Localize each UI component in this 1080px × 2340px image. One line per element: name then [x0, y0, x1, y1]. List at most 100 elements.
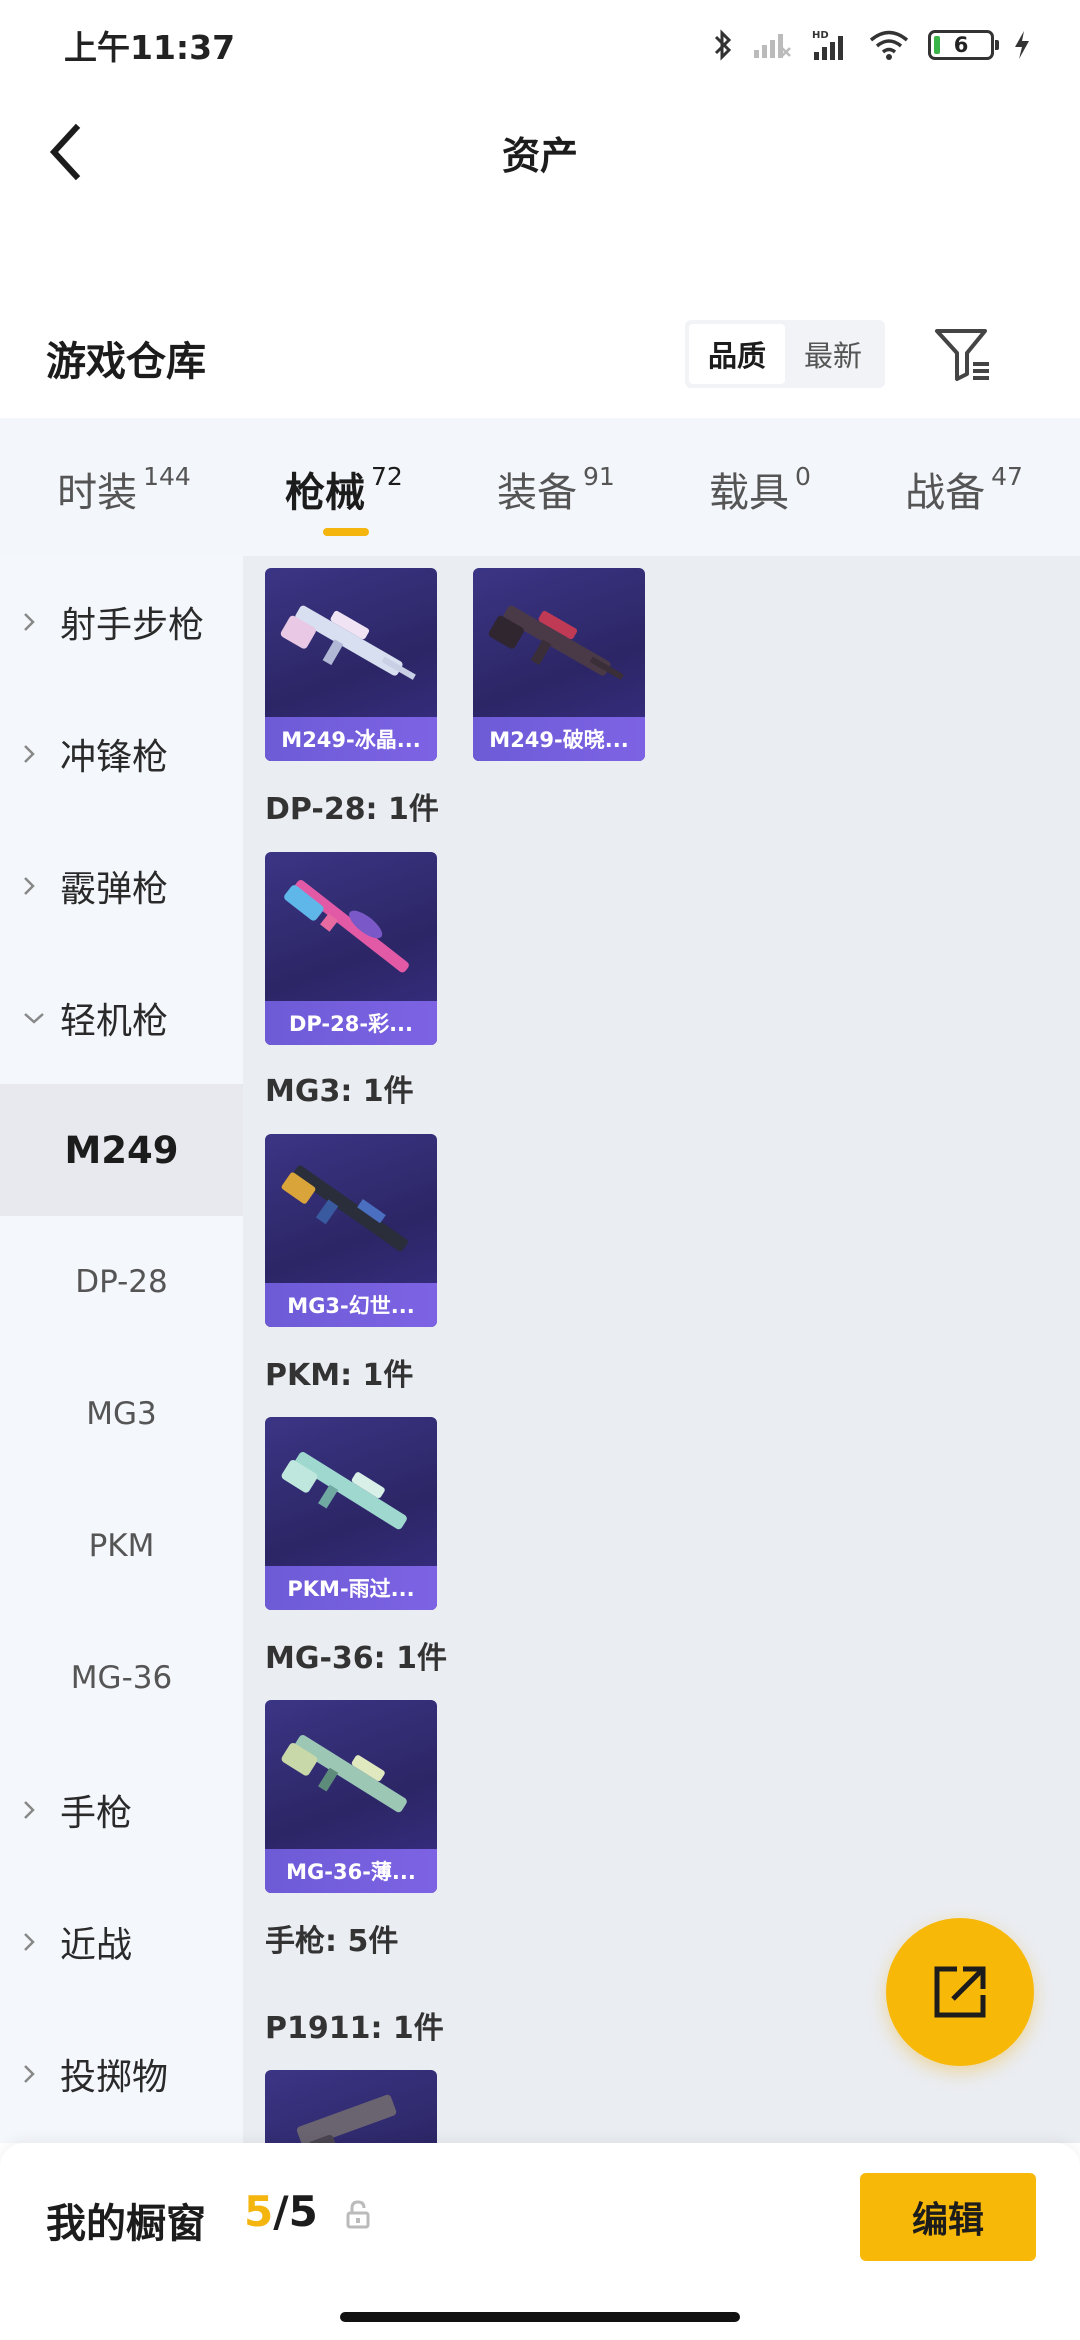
home-indicator	[340, 2312, 740, 2322]
bluetooth-icon	[714, 29, 732, 61]
tab-fashion[interactable]: 时装 144	[57, 452, 191, 522]
svg-text:HD: HD	[812, 30, 829, 41]
share-button[interactable]	[886, 1918, 1034, 2066]
sidebar-item-label: MG3	[86, 1396, 157, 1432]
sidebar-item-label: DP-28	[75, 1264, 168, 1300]
tab-label: 时装	[57, 470, 138, 516]
item-card[interactable]: MG3-幻世...	[265, 1134, 437, 1327]
tab-guns[interactable]: 枪械 72	[285, 452, 403, 536]
weapon-skin-image	[296, 2094, 397, 2143]
back-chevron-icon	[49, 123, 81, 181]
sidebar-item-label: PKM	[88, 1528, 155, 1564]
sidebar-item-label: M249	[64, 1128, 179, 1172]
chevron-right-icon	[22, 1798, 50, 1822]
item-card-label: M249-破晓...	[473, 717, 645, 761]
active-tab-indicator	[323, 528, 369, 536]
tab-equipment[interactable]: 装备 91	[497, 452, 615, 522]
sidebar-item-dp28[interactable]: DP-28	[0, 1216, 243, 1348]
sort-option-quality[interactable]: 品质	[689, 324, 785, 384]
filter-button[interactable]	[930, 322, 996, 388]
tab-label: 装备	[497, 470, 577, 516]
sidebar-item-label: 冲锋枪	[60, 737, 169, 778]
sidebar-item-pkm[interactable]: PKM	[0, 1480, 243, 1612]
group-header-pistols: 手枪: 5件	[265, 1924, 399, 1959]
battery-level: 6	[953, 33, 969, 57]
filter-icon	[935, 329, 989, 381]
chevron-right-icon	[22, 610, 50, 634]
item-card-label: MG3-幻世...	[265, 1283, 437, 1327]
sidebar-item-label: 近战	[60, 1925, 133, 1966]
warehouse-row: 游戏仓库 品质 最新	[0, 300, 1080, 415]
battery-icon: 6	[928, 30, 999, 60]
weapon-skin-image	[281, 1165, 408, 1252]
sidebar-item-mg36[interactable]: MG-36	[0, 1612, 243, 1744]
group-header-pkm: PKM: 1件	[265, 1358, 414, 1393]
weapon-skin-image	[280, 605, 416, 680]
item-card[interactable]: M249-破晓...	[473, 568, 645, 761]
sidebar-item-mg3[interactable]: MG3	[0, 1348, 243, 1480]
item-card[interactable]: PKM-雨过...	[265, 1417, 437, 1610]
group-header-mg3: MG3: 1件	[265, 1074, 414, 1109]
tab-count: 91	[583, 462, 615, 491]
lock-icon	[346, 2200, 370, 2229]
bottom-bar: 我的橱窗 5/5 编辑	[0, 2143, 1080, 2340]
group-header-p1911: P1911: 1件	[265, 2011, 444, 2046]
showcase-label: 我的橱窗	[46, 2201, 206, 2247]
tab-count: 144	[143, 462, 191, 491]
tab-count: 72	[371, 462, 403, 491]
weapon-skin-image	[281, 1451, 407, 1530]
page-title: 资产	[501, 134, 578, 178]
sidebar-item-m249[interactable]: M249	[0, 1084, 243, 1216]
tab-count: 0	[795, 462, 811, 491]
signal-icon	[754, 34, 791, 58]
chevron-down-icon	[22, 1011, 50, 1025]
item-card-label: M249-冰晶...	[265, 717, 437, 761]
warehouse-title: 游戏仓库	[46, 338, 206, 385]
tab-count: 47	[991, 462, 1023, 491]
sidebar-item-smg[interactable]: 冲锋枪	[0, 688, 243, 820]
group-header-dp28: DP-28: 1件	[265, 792, 439, 827]
sidebar-item-label: 手枪	[60, 1793, 133, 1834]
item-card[interactable]: MG-36-薄...	[265, 1700, 437, 1893]
header: 资产	[0, 90, 1080, 215]
item-grid: M249-冰晶... M249-破晓... DP-28: 1件 DP-28-彩.…	[243, 556, 1080, 2143]
sidebar-item-lmg[interactable]: 轻机枪	[0, 952, 243, 1084]
item-card[interactable]	[265, 2070, 437, 2143]
sidebar-item-pistols[interactable]: 手枪	[0, 1744, 243, 1876]
tab-vehicles[interactable]: 载具 0	[709, 452, 811, 522]
sidebar-item-marksman-rifles[interactable]: 射手步枪	[0, 556, 243, 688]
status-bar: 上午11:37 HD 6	[0, 0, 1080, 90]
item-card-label: DP-28-彩...	[265, 1001, 437, 1045]
item-card[interactable]: DP-28-彩...	[265, 852, 437, 1045]
weapon-skin-image	[488, 605, 624, 680]
sidebar-item-label: 霰弹枪	[60, 869, 169, 910]
weapon-skin-image	[281, 1734, 407, 1813]
chevron-right-icon	[22, 2062, 50, 2086]
group-header-mg36: MG-36: 1件	[265, 1641, 447, 1676]
charging-icon	[1015, 31, 1029, 59]
sidebar-item-throwables[interactable]: 投掷物	[0, 2008, 243, 2140]
showcase-total: /5	[273, 2187, 318, 2236]
sort-option-latest[interactable]: 最新	[785, 324, 881, 384]
sort-toggle: 品质 最新	[685, 320, 885, 388]
showcase-used: 5	[244, 2187, 274, 2236]
sidebar: 射手步枪 冲锋枪 霰弹枪 轻机枪 M249 DP-28 MG3 PKM MG-3…	[0, 556, 243, 2143]
sidebar-item-label: MG-36	[70, 1660, 173, 1696]
chevron-right-icon	[22, 1930, 50, 1954]
sidebar-item-label: 射手步枪	[60, 605, 205, 646]
tab-battle-gear[interactable]: 战备 47	[905, 452, 1023, 522]
sidebar-item-shotguns[interactable]: 霰弹枪	[0, 820, 243, 952]
showcase-count: 5/5	[244, 2187, 318, 2236]
item-card-label: MG-36-薄...	[265, 1849, 437, 1893]
tab-label: 载具	[709, 470, 789, 516]
hd-signal-icon: HD	[812, 30, 843, 60]
back-button[interactable]	[36, 120, 96, 184]
sidebar-item-label: 投掷物	[60, 2057, 169, 2098]
tab-label: 枪械	[285, 470, 365, 516]
tab-label: 战备	[905, 470, 986, 516]
weapon-skin-image	[284, 880, 409, 973]
sidebar-item-label: 轻机枪	[60, 1001, 169, 1042]
sidebar-item-melee[interactable]: 近战	[0, 1876, 243, 2008]
edit-button[interactable]: 编辑	[860, 2173, 1036, 2261]
item-card[interactable]: M249-冰晶...	[265, 568, 437, 761]
